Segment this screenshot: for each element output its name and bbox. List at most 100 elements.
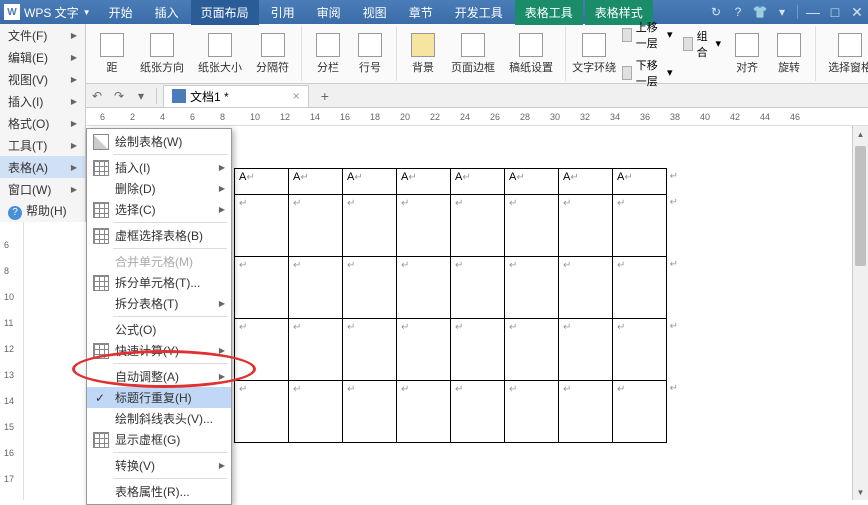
table-cell[interactable]: ↵ xyxy=(397,195,451,257)
table-cell[interactable]: ↵ xyxy=(397,257,451,319)
table-cell[interactable]: ↵ xyxy=(235,195,289,257)
submenu-item[interactable]: 绘制斜线表头(V)... xyxy=(87,408,231,429)
submenu-item[interactable]: 删除(D)▶ xyxy=(87,178,231,199)
size-button[interactable]: 纸张大小 xyxy=(192,31,248,77)
table-cell[interactable]: ↵ xyxy=(289,195,343,257)
tab-insert[interactable]: 插入 xyxy=(145,0,189,25)
redo-button[interactable]: ↷ xyxy=(110,87,128,105)
bring-forward-button[interactable]: 上移一层 ▾ xyxy=(618,17,676,53)
tab-home[interactable]: 开始 xyxy=(99,0,143,25)
submenu-item[interactable]: 拆分表格(T)▶ xyxy=(87,293,231,314)
align-button[interactable]: 对齐 xyxy=(727,31,767,77)
group-button[interactable]: 组合 ▾ xyxy=(679,26,726,62)
bg-button[interactable]: 背景 xyxy=(403,31,443,77)
submenu-item[interactable]: 插入(I)▶ xyxy=(87,157,231,178)
table-cell[interactable]: A↵ xyxy=(505,169,559,195)
help-icon[interactable]: ? xyxy=(731,5,745,19)
document-table[interactable]: A↵ A↵ A↵ A↵ A↵ A↵ A↵ A↵↵ ↵↵↵↵↵↵↵↵↵ ↵↵↵↵↵… xyxy=(234,168,667,443)
table-cell[interactable]: A↵ xyxy=(343,169,397,195)
tab-developer[interactable]: 开发工具 xyxy=(445,0,513,25)
table-cell[interactable]: A↵ xyxy=(235,169,289,195)
tab-table-tools[interactable]: 表格工具 xyxy=(515,0,583,25)
table-cell[interactable]: ↵ xyxy=(451,195,505,257)
close-tab-button[interactable]: × xyxy=(293,89,300,103)
file-menu-item[interactable]: 窗口(W)▶ xyxy=(0,178,85,200)
table-cell[interactable]: ↵ xyxy=(343,195,397,257)
file-menu-item[interactable]: 文件(F)▶ xyxy=(0,24,85,46)
table-cell[interactable]: ↵ xyxy=(343,319,397,381)
file-menu-item[interactable]: 插入(I)▶ xyxy=(0,90,85,112)
horizontal-ruler[interactable]: 2462468101214161820222426283032343638404… xyxy=(0,108,868,126)
tab-references[interactable]: 引用 xyxy=(261,0,305,25)
scroll-down-button[interactable]: ▼ xyxy=(853,484,868,500)
table-cell[interactable]: ↵ xyxy=(451,381,505,443)
tab-view[interactable]: 视图 xyxy=(353,0,397,25)
wrap-button[interactable]: 文字环绕 xyxy=(572,31,616,77)
close-button[interactable]: ✕ xyxy=(850,5,864,19)
table-cell[interactable]: ↵ xyxy=(559,381,613,443)
add-tab-button[interactable]: + xyxy=(313,88,337,104)
table-cell[interactable]: ↵ xyxy=(235,257,289,319)
table-cell[interactable]: ↵↵ xyxy=(613,319,667,381)
submenu-item[interactable]: 虚框选择表格(B) xyxy=(87,225,231,246)
border-button[interactable]: 页面边框 xyxy=(445,31,501,77)
submenu-item[interactable]: 绘制表格(W) xyxy=(87,131,231,152)
submenu-item[interactable]: 转换(V)▶ xyxy=(87,455,231,476)
table-cell[interactable]: ↵ xyxy=(397,381,451,443)
table-cell[interactable]: ↵ xyxy=(451,319,505,381)
table-cell[interactable]: ↵ xyxy=(505,319,559,381)
file-menu-item[interactable]: 视图(V)▶ xyxy=(0,68,85,90)
more-icon[interactable]: ▾ xyxy=(775,5,789,19)
table-cell[interactable]: ↵ xyxy=(559,195,613,257)
file-menu-item[interactable]: 表格(A)▶ xyxy=(0,156,85,178)
submenu-item[interactable]: 公式(O) xyxy=(87,319,231,340)
table-cell[interactable]: ↵ xyxy=(289,319,343,381)
table-cell[interactable]: ↵ xyxy=(505,195,559,257)
table-cell[interactable]: ↵ xyxy=(505,381,559,443)
submenu-item[interactable]: 表格属性(R)... xyxy=(87,481,231,502)
table-cell[interactable]: ↵ xyxy=(559,257,613,319)
scroll-up-button[interactable]: ▲ xyxy=(853,126,868,142)
table-cell[interactable]: ↵ xyxy=(235,319,289,381)
vertical-scrollbar[interactable]: ▲ ▼ xyxy=(852,126,868,500)
submenu-item[interactable]: 快速计算(Y)▶ xyxy=(87,340,231,361)
table-cell[interactable]: ↵ xyxy=(343,257,397,319)
table-cell[interactable]: A↵↵ xyxy=(613,169,667,195)
break-button[interactable]: 分隔符 xyxy=(250,31,295,77)
table-cell[interactable]: ↵↵ xyxy=(613,195,667,257)
table-cell[interactable]: A↵ xyxy=(397,169,451,195)
document-tab[interactable]: 文档1 * × xyxy=(163,85,309,107)
table-cell[interactable]: ↵↵ xyxy=(613,381,667,443)
tab-review[interactable]: 审阅 xyxy=(307,0,351,25)
table-cell[interactable]: A↵ xyxy=(289,169,343,195)
table-cell[interactable]: ↵ xyxy=(559,319,613,381)
table-cell[interactable]: ↵ xyxy=(343,381,397,443)
lineno-button[interactable]: 行号 xyxy=(350,31,390,77)
qat-dropdown[interactable]: ▾ xyxy=(132,87,150,105)
orientation-button[interactable]: 纸张方向 xyxy=(134,31,190,77)
submenu-item[interactable]: ✓标题行重复(H) xyxy=(87,387,231,408)
skin-icon[interactable]: 👕 xyxy=(753,5,767,19)
table-cell[interactable]: A↵ xyxy=(451,169,505,195)
submenu-item[interactable]: 显示虚框(G) xyxy=(87,429,231,450)
table-cell[interactable]: ↵ xyxy=(289,257,343,319)
scroll-thumb[interactable] xyxy=(855,146,866,266)
tab-page-layout[interactable]: 页面布局 xyxy=(191,0,259,25)
undo-button[interactable]: ↶ xyxy=(88,87,106,105)
selection-pane-button[interactable]: 选择窗格 xyxy=(822,31,868,77)
send-backward-button[interactable]: 下移一层 ▾ xyxy=(618,55,676,91)
table-cell[interactable]: ↵↵ xyxy=(613,257,667,319)
margins-button[interactable]: 距 xyxy=(92,31,132,77)
file-menu-item[interactable]: 工具(T)▶ xyxy=(0,134,85,156)
submenu-item[interactable]: 选择(C)▶ xyxy=(87,199,231,220)
table-cell[interactable]: ↵ xyxy=(235,381,289,443)
submenu-item[interactable]: 自动调整(A)▶ xyxy=(87,366,231,387)
table-cell[interactable]: ↵ xyxy=(505,257,559,319)
table-cell[interactable]: ↵ xyxy=(397,319,451,381)
app-logo[interactable]: W xyxy=(4,4,20,20)
file-menu-item[interactable]: 格式(O)▶ xyxy=(0,112,85,134)
file-menu-item[interactable]: 编辑(E)▶ xyxy=(0,46,85,68)
maximize-button[interactable]: □ xyxy=(828,5,842,19)
app-menu-dropdown[interactable]: ▼ xyxy=(83,8,91,17)
sync-icon[interactable]: ↻ xyxy=(709,5,723,19)
